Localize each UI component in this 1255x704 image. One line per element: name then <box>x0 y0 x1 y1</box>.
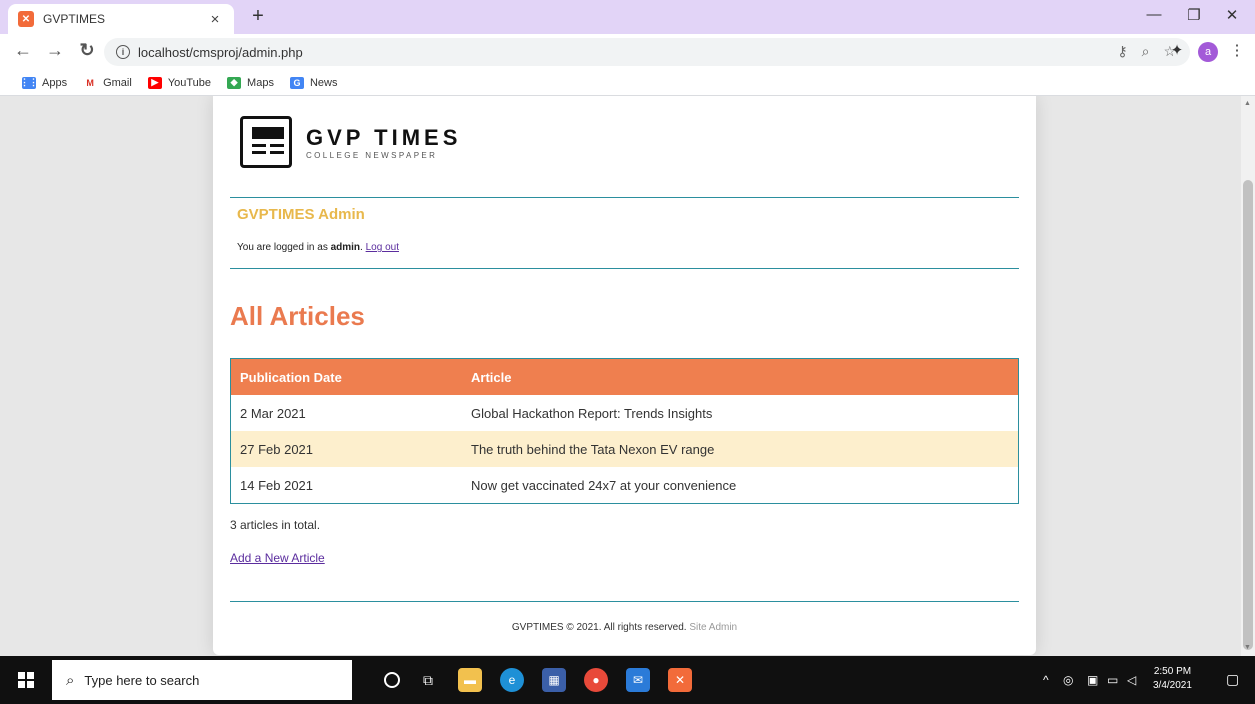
newspaper-icon <box>240 116 292 168</box>
bookmark-apps[interactable]: ⋮⋮ Apps <box>20 76 67 89</box>
article-date: 27 Feb 2021 <box>240 441 314 457</box>
table-row[interactable]: 27 Feb 2021 The truth behind the Tata Ne… <box>231 431 1018 467</box>
store-icon[interactable]: ▦ <box>542 668 566 692</box>
taskbar-search[interactable]: ⌕ Type here to search <box>52 660 352 700</box>
restore-icon[interactable]: ❐ <box>1174 6 1214 24</box>
search-placeholder: Type here to search <box>84 672 200 688</box>
news-icon: G <box>289 76 304 89</box>
gmail-icon: M <box>83 76 98 89</box>
maps-pin-icon: ◆ <box>227 76 242 89</box>
xampp-favicon-icon: ✕ <box>18 11 34 27</box>
col-article: Article <box>471 369 512 385</box>
admin-divider <box>230 268 1019 269</box>
footer-divider <box>230 601 1019 602</box>
article-title[interactable]: The truth behind the Tata Nexon EV range <box>471 442 1018 457</box>
tab-strip: ✕ GVPTIMES × + — ❐ ✕ <box>0 0 1255 34</box>
bookmark-gmail[interactable]: M Gmail <box>83 76 132 89</box>
footer: GVPTIMES © 2021. All rights reserved. Si… <box>213 622 1036 633</box>
address-bar[interactable]: i localhost/cmsproj/admin.php ⚷ ⌕ ☆ <box>104 38 1190 66</box>
volume-icon[interactable]: ◁ <box>1127 673 1136 687</box>
scroll-down-icon[interactable]: ▼ <box>1244 644 1251 651</box>
mail-icon[interactable]: ✉ <box>626 668 650 692</box>
apps-grid-icon: ⋮⋮ <box>20 76 38 89</box>
zoom-icon[interactable]: ⌕ <box>1142 43 1150 60</box>
scroll-up-icon[interactable]: ▲ <box>1244 100 1251 107</box>
article-count: 3 articles in total. <box>230 518 321 532</box>
system-clock[interactable]: 2:50 PM 3/4/2021 <box>1153 665 1192 693</box>
chrome-icon[interactable]: ● <box>584 668 608 692</box>
table-row[interactable]: 14 Feb 2021 Now get vaccinated 24x7 at y… <box>231 467 1018 503</box>
network-icon[interactable]: ◎ <box>1063 673 1073 687</box>
browser-tab[interactable]: ✕ GVPTIMES × <box>8 4 234 34</box>
file-explorer-icon[interactable]: ▬ <box>458 668 482 692</box>
header-divider <box>230 197 1019 198</box>
site-info-icon[interactable]: i <box>116 45 130 59</box>
logout-link[interactable]: Log out <box>366 242 399 253</box>
reload-icon[interactable]: ↻ <box>76 40 98 61</box>
profile-avatar[interactable]: a <box>1198 42 1218 62</box>
extensions-puzzle-icon[interactable]: ✦ <box>1166 41 1188 59</box>
windows-start-icon[interactable] <box>18 672 34 688</box>
copyright-text: GVPTIMES © 2021. All rights reserved. <box>511 622 690 633</box>
browser-toolbar: ← → ↻ i localhost/cmsproj/admin.php ⚷ ⌕ … <box>0 34 1255 70</box>
article-date: 2 Mar 2021 <box>240 405 306 421</box>
tab-title: GVPTIMES <box>43 12 106 26</box>
article-title[interactable]: Global Hackathon Report: Trends Insights <box>471 406 1018 421</box>
new-tab-button[interactable]: + <box>246 5 270 28</box>
search-icon: ⌕ <box>66 671 75 689</box>
admin-card: GVP TIMES COLLEGE NEWSPAPER GVPTIMES Adm… <box>213 96 1036 655</box>
url-text[interactable]: localhost/cmsproj/admin.php <box>138 45 303 60</box>
bookmark-youtube[interactable]: ▶ YouTube <box>147 76 211 89</box>
site-admin-link[interactable]: Site Admin <box>689 622 737 633</box>
cortana-icon[interactable] <box>384 672 400 688</box>
task-view-icon[interactable]: ⧉ <box>416 668 440 692</box>
page-title: All Articles <box>230 301 365 331</box>
notification-icon[interactable]: ▢ <box>1226 671 1239 688</box>
add-article-link[interactable]: Add a New Article <box>230 551 325 565</box>
bookmarks-bar: ⋮⋮ Apps M Gmail ▶ YouTube ◆ Maps G News <box>0 70 1255 96</box>
page-viewport: GVP TIMES COLLEGE NEWSPAPER GVPTIMES Adm… <box>0 96 1241 656</box>
site-logo[interactable]: GVP TIMES COLLEGE NEWSPAPER <box>240 116 461 168</box>
minimize-icon[interactable]: — <box>1134 6 1174 23</box>
youtube-icon: ▶ <box>147 76 162 89</box>
logo-tagline: COLLEGE NEWSPAPER <box>306 150 438 160</box>
login-status: You are logged in as admin. Log out <box>237 242 399 253</box>
tab-close-icon[interactable]: × <box>206 11 224 28</box>
scroll-thumb[interactable] <box>1243 180 1253 650</box>
username: admin <box>330 242 361 253</box>
forward-arrow-icon[interactable]: → <box>44 40 66 61</box>
article-date: 14 Feb 2021 <box>240 477 314 493</box>
tray-chevron-icon[interactable]: ^ <box>1043 673 1049 687</box>
battery-icon[interactable]: ▭ <box>1107 673 1118 687</box>
logo-name: GVP TIMES <box>306 124 462 150</box>
bookmark-news[interactable]: G News <box>289 76 337 89</box>
admin-title: GVPTIMES Admin <box>237 206 365 223</box>
table-header: Publication Date Article <box>231 359 1018 395</box>
col-publication-date: Publication Date <box>240 369 342 385</box>
articles-table: Publication Date Article 2 Mar 2021 Glob… <box>230 358 1019 504</box>
window-close-icon[interactable]: ✕ <box>1212 6 1252 24</box>
back-arrow-icon[interactable]: ← <box>12 40 34 61</box>
edge-icon[interactable]: e <box>500 668 524 692</box>
table-row[interactable]: 2 Mar 2021 Global Hackathon Report: Tren… <box>231 395 1018 431</box>
xampp-icon[interactable]: ✕ <box>668 668 692 692</box>
key-icon[interactable]: ⚷ <box>1117 43 1127 60</box>
article-title[interactable]: Now get vaccinated 24x7 at your convenie… <box>471 478 1018 493</box>
menu-kebab-icon[interactable]: ⋮ <box>1226 41 1248 59</box>
windows-taskbar: ⌕ Type here to search ⧉ ▬ e ▦ ● ✉ ✕ ^ ◎ … <box>0 656 1255 704</box>
bookmark-maps[interactable]: ◆ Maps <box>227 76 274 89</box>
vertical-scrollbar[interactable]: ▲ ▼ <box>1241 96 1255 656</box>
meet-now-icon[interactable]: ▣ <box>1087 673 1098 687</box>
